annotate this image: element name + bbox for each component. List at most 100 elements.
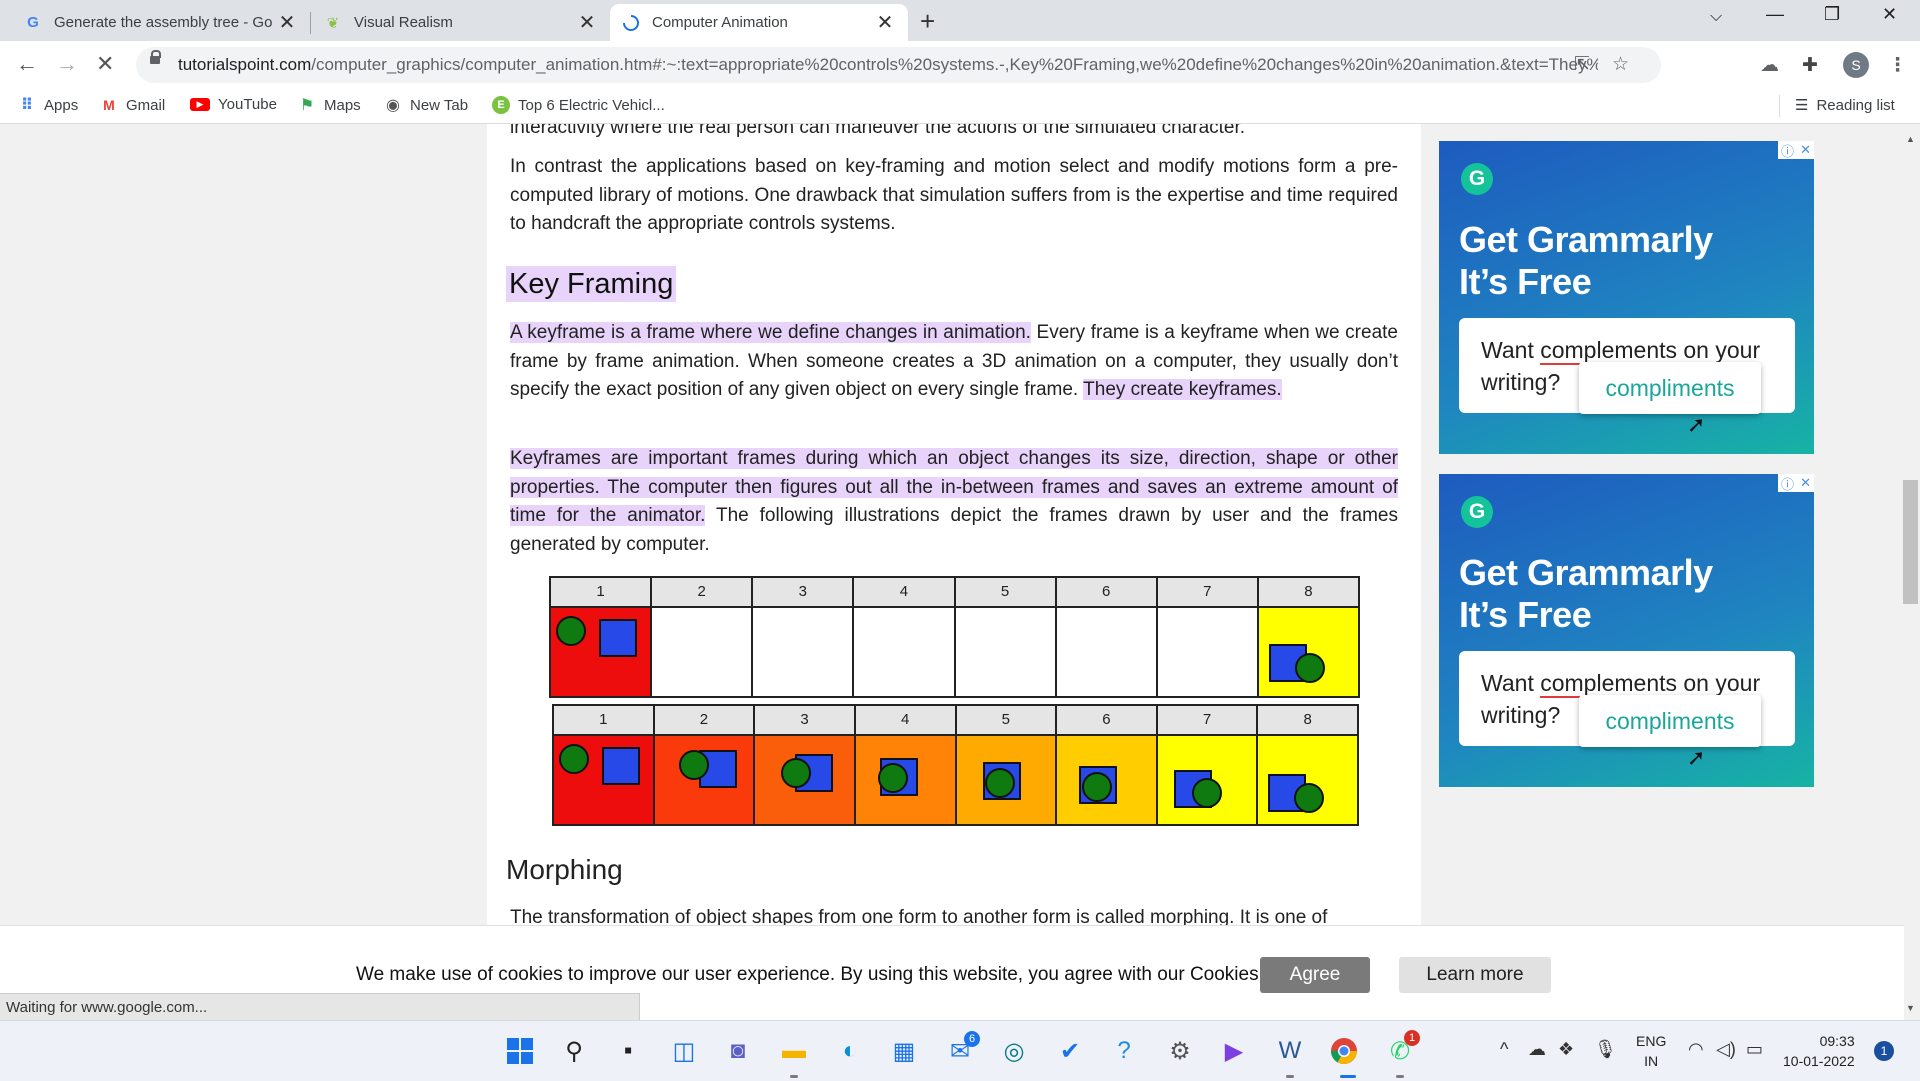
- share-icon[interactable]: ⇱: [1574, 53, 1590, 76]
- restore-icon[interactable]: ❐: [1824, 4, 1840, 25]
- article-content: interactivity where the real person can …: [487, 124, 1421, 925]
- menu-kebab-icon[interactable]: ⋮: [1888, 54, 1907, 77]
- frame-cell: [1258, 608, 1358, 696]
- close-icon[interactable]: ✕: [576, 10, 598, 35]
- wifi-icon[interactable]: ◠: [1688, 1039, 1704, 1060]
- widgets-icon[interactable]: ◫: [668, 1035, 700, 1067]
- volume-icon[interactable]: ◁): [1716, 1039, 1736, 1060]
- profile-avatar[interactable]: S: [1843, 52, 1869, 78]
- frame-number: 2: [652, 578, 754, 606]
- microphone-icon[interactable]: 🎙︎: [1594, 1039, 1617, 1060]
- bookmark-gmail[interactable]: M Gmail: [100, 96, 165, 114]
- status-bar: Waiting for www.google.com...: [0, 993, 640, 1020]
- heading-morphing: Morphing: [506, 854, 623, 885]
- frame-number: 5: [956, 578, 1057, 606]
- learn-more-button[interactable]: Learn more: [1399, 957, 1551, 993]
- media-icon[interactable]: ▶: [1218, 1035, 1250, 1067]
- green-circle: [1191, 778, 1222, 808]
- search-icon[interactable]: ⚲: [558, 1035, 590, 1067]
- edge-browser-icon[interactable]: ◐: [834, 1035, 866, 1067]
- bookmark-apps[interactable]: ⠿ Apps: [18, 96, 78, 115]
- whatsapp-badge: 1: [1404, 1030, 1420, 1046]
- stop-loading-icon[interactable]: ✕: [96, 51, 114, 77]
- paragraph-keyframes-important: Keyframes are important frames during wh…: [510, 448, 1398, 555]
- settings-gear-icon[interactable]: ⚙: [1164, 1035, 1196, 1067]
- window-close-icon[interactable]: ✕: [1882, 4, 1897, 25]
- forward-arrow-icon[interactable]: →: [56, 51, 78, 77]
- frame-number: 4: [856, 706, 957, 734]
- app-icon[interactable]: ◎: [998, 1035, 1030, 1067]
- green-circle: [556, 616, 586, 646]
- ad-suggestion: compliments: [1579, 362, 1761, 414]
- bookmarks-bar: ⠿ Apps M Gmail ▶ YouTube ⚑ Maps ◉ New Tab E To…: [0, 89, 1920, 124]
- close-icon[interactable]: ✕: [276, 10, 298, 35]
- ad-choices-close-icon[interactable]: ⓘ ✕: [1778, 474, 1814, 492]
- loading-spinner-icon: [622, 14, 640, 32]
- tab-visual-realism[interactable]: ❦ Visual Realism ✕: [312, 4, 610, 41]
- language-indicator[interactable]: ENG IN: [1636, 1031, 1666, 1071]
- site-icon: E: [492, 96, 510, 114]
- frame-cell: [554, 736, 655, 824]
- tab-computer-animation[interactable]: Computer Animation ✕: [610, 4, 908, 41]
- cookie-text: We make use of cookies to improve our us…: [356, 964, 1319, 985]
- onedrive-cloud-icon[interactable]: ☁: [1528, 1039, 1546, 1060]
- reading-list[interactable]: ☰ Reading list: [1795, 96, 1895, 115]
- bookmark-new-tab[interactable]: ◉ New Tab: [384, 96, 468, 115]
- file-explorer-icon[interactable]: ▬: [778, 1035, 810, 1067]
- green-circle: [1082, 772, 1113, 802]
- tab-title: Generate the assembly tree - Go: [54, 14, 273, 31]
- tab-search-chevron-icon[interactable]: ⌵: [1710, 8, 1722, 26]
- todo-check-icon[interactable]: ✔: [1054, 1035, 1086, 1067]
- frame-cell: [1056, 608, 1158, 696]
- frame-cell: [1157, 736, 1259, 824]
- partial-paragraph-top: interactivity where the real person can …: [510, 124, 1246, 138]
- frame-number: 7: [1158, 706, 1259, 734]
- back-arrow-icon[interactable]: ←: [16, 51, 38, 77]
- scroll-up-arrow-icon[interactable]: ▲: [1906, 134, 1915, 144]
- paragraph-keyframe-definition: A keyframe is a frame where we define ch…: [510, 322, 1398, 400]
- teams-chat-icon[interactable]: ◙: [722, 1035, 754, 1067]
- grammarly-ad-2[interactable]: ⓘ ✕ G Get Grammarly It’s Free Want complem…: [1439, 474, 1814, 787]
- tab-title: Computer Animation: [652, 14, 788, 31]
- scrollbar-thumb[interactable]: [1903, 480, 1918, 604]
- bookmark-youtube[interactable]: ▶ YouTube: [190, 96, 277, 113]
- store-icon[interactable]: ▦: [888, 1035, 920, 1067]
- lock-icon: [150, 50, 161, 64]
- dropbox-icon[interactable]: ❖: [1558, 1039, 1574, 1060]
- windows-start-icon[interactable]: [504, 1035, 536, 1067]
- grammarly-logo-icon: G: [1461, 496, 1493, 528]
- chrome-icon[interactable]: [1328, 1035, 1360, 1067]
- close-icon[interactable]: ✕: [874, 10, 896, 35]
- extension-cloud-icon[interactable]: ☁: [1760, 54, 1779, 77]
- help-icon[interactable]: ?: [1108, 1035, 1140, 1067]
- task-view-icon[interactable]: ▪: [612, 1035, 644, 1067]
- ad-card: Want complements on your writing? compli…: [1459, 651, 1795, 770]
- frame-number-row: 1 2 3 4 5 6 7 8: [554, 706, 1357, 736]
- battery-icon[interactable]: ▭: [1746, 1039, 1763, 1060]
- show-hidden-icons-chevron[interactable]: ^: [1500, 1039, 1508, 1060]
- url-text[interactable]: tutorialspoint.com/computer_graphics/com…: [178, 55, 1598, 75]
- bookmark-star-icon[interactable]: ☆: [1612, 53, 1629, 76]
- word-icon[interactable]: W: [1274, 1035, 1306, 1067]
- new-tab-plus-icon[interactable]: +: [920, 6, 935, 37]
- tab-assembly-tree[interactable]: G Generate the assembly tree - Go ✕: [12, 4, 310, 41]
- grammarly-ad-1[interactable]: ⓘ ✕ G Get Grammarly It’s Free Want complem…: [1439, 141, 1814, 454]
- frame-cell: [955, 608, 1057, 696]
- bookmark-maps[interactable]: ⚑ Maps: [298, 96, 361, 115]
- minimize-icon[interactable]: —: [1766, 4, 1784, 25]
- user-keyframes-diagram: 1 2 3 4 5 6 7 8: [549, 576, 1360, 698]
- clock[interactable]: 09:33 10-01-2022: [1783, 1031, 1855, 1071]
- ad-choices-close-icon[interactable]: ⓘ ✕: [1778, 141, 1814, 159]
- gmail-icon: M: [103, 97, 115, 113]
- scroll-down-arrow-icon[interactable]: ▼: [1906, 1003, 1915, 1013]
- bookmark-electric-vehicles[interactable]: E Top 6 Electric Vehicl...: [492, 96, 665, 114]
- notification-count-badge[interactable]: 1: [1874, 1041, 1894, 1061]
- frame-cell: [1057, 736, 1158, 824]
- agree-button[interactable]: Agree: [1260, 957, 1370, 993]
- green-circle: [678, 750, 709, 780]
- frame-cell: [652, 608, 754, 696]
- google-icon: G: [27, 14, 39, 31]
- extensions-puzzle-icon[interactable]: ✚: [1802, 54, 1818, 77]
- address-bar[interactable]: tutorialspoint.com/computer_graphics/com…: [136, 47, 1661, 83]
- frame-cell: [1157, 608, 1259, 696]
